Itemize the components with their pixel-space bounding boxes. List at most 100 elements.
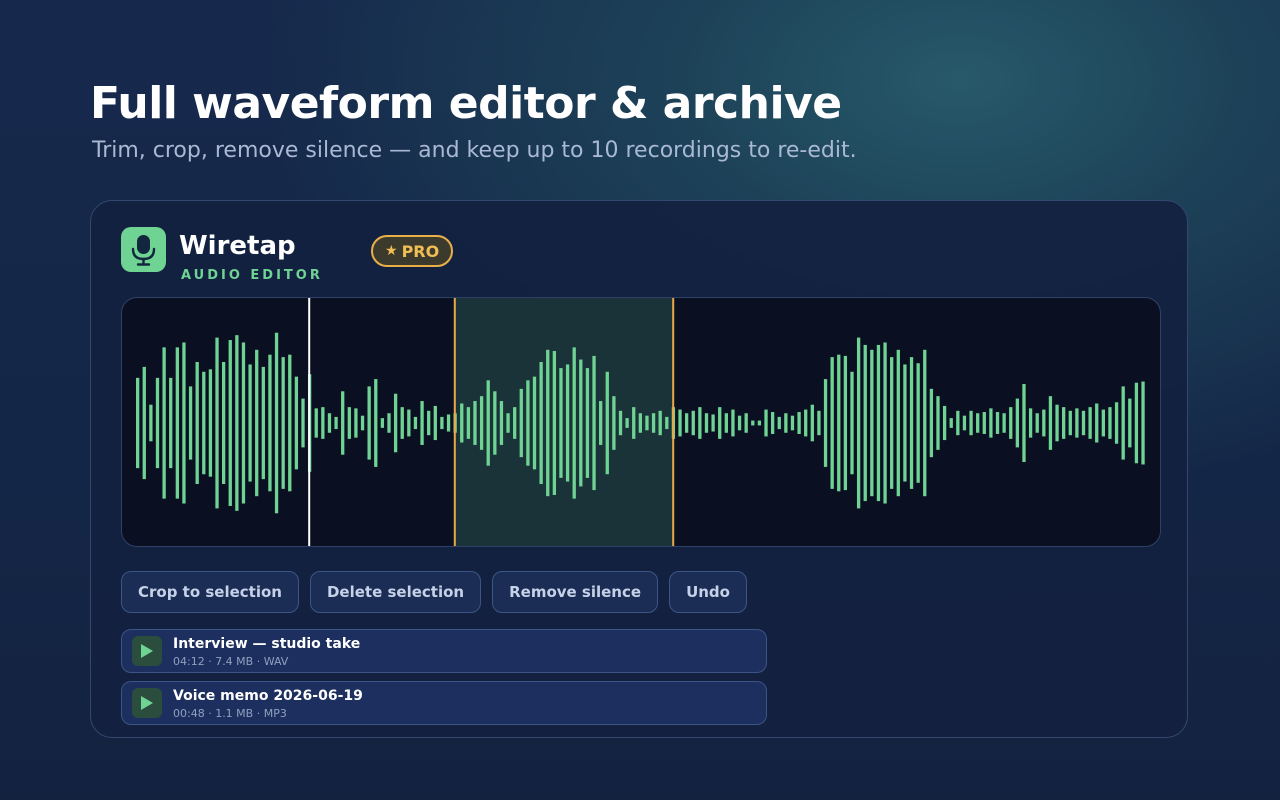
waveform-bar	[632, 407, 636, 439]
waveform-bar	[215, 337, 219, 509]
waveform-bar	[400, 407, 404, 439]
waveform-bar	[810, 404, 814, 442]
waveform-bar	[162, 347, 166, 499]
delete-selection-button[interactable]: Delete selection	[309, 571, 482, 613]
waveform-bar	[883, 342, 887, 504]
waveform-bar	[1009, 407, 1013, 439]
play-button[interactable]	[132, 636, 162, 666]
waveform-bar	[155, 377, 160, 469]
waveform-bar	[393, 393, 398, 453]
waveform-bar	[691, 410, 695, 436]
waveform[interactable]	[122, 298, 1161, 547]
editor-card: Wiretap AUDIO EDITOR ★ PRO Crop to selec…	[90, 200, 1188, 738]
waveform-bar	[1081, 410, 1086, 436]
waveform-bar	[1002, 413, 1006, 433]
waveform-bar	[605, 371, 609, 475]
waveform-bar	[526, 380, 530, 466]
waveform-bar	[665, 416, 669, 430]
waveform-bar	[850, 371, 854, 475]
waveform-bar	[195, 362, 199, 484]
waveform-bar	[1062, 407, 1066, 439]
recording-title: Voice memo 2026-06-19	[173, 688, 363, 704]
waveform-bar	[737, 415, 742, 431]
waveform-bar	[367, 386, 371, 460]
waveform-bar	[903, 364, 907, 482]
waveform-bar	[929, 388, 934, 458]
waveform-bar	[942, 405, 947, 441]
waveform-bar	[1114, 402, 1119, 444]
waveform-bar	[777, 416, 781, 430]
waveform-bar	[460, 403, 464, 443]
waveform-bar	[539, 362, 543, 484]
waveform-bar	[347, 407, 351, 439]
waveform-bar	[493, 391, 497, 455]
waveform-bar	[479, 396, 484, 450]
undo-button[interactable]: Undo	[669, 571, 747, 613]
waveform-bar	[473, 401, 477, 445]
waveform-bar	[1028, 408, 1033, 438]
waveform-bar	[202, 371, 206, 475]
waveform-bar	[546, 349, 550, 497]
waveform-bar	[572, 347, 576, 499]
waveform-bar	[599, 401, 603, 445]
crop-to-selection-button[interactable]: Crop to selection	[121, 571, 299, 613]
waveform-bar	[261, 366, 265, 480]
app-name: Wiretap	[179, 231, 296, 261]
waveform-bar	[248, 364, 252, 482]
waveform-bar	[1015, 398, 1020, 448]
waveform-bar	[923, 349, 927, 497]
play-icon	[141, 696, 153, 710]
waveform-bar	[784, 413, 788, 433]
microphone-icon	[121, 227, 166, 272]
waveform-bar	[142, 366, 146, 480]
waveform-bar	[169, 377, 173, 469]
waveform-bar	[235, 335, 239, 511]
waveform-bar	[360, 415, 365, 431]
waveform-bar	[327, 413, 332, 433]
waveform-bar	[1095, 403, 1099, 443]
waveform-bar	[281, 357, 285, 489]
waveform-bar	[995, 412, 1000, 434]
waveform-bar	[228, 340, 232, 506]
waveform-bar	[969, 410, 973, 436]
waveform-bar	[565, 364, 570, 482]
recording-title: Interview — studio take	[173, 636, 361, 652]
waveform-bar	[407, 409, 411, 437]
waveform-bar	[446, 414, 451, 432]
waveform-bar	[843, 355, 848, 491]
waveform-bar	[718, 407, 722, 439]
waveform-bar	[764, 409, 768, 437]
waveform-bar	[387, 413, 391, 433]
waveform-bar	[149, 404, 153, 442]
waveform-bar	[182, 342, 186, 504]
recording-meta: 04:12 · 7.4 MB · WAV	[173, 655, 289, 668]
waveform-bar	[314, 408, 318, 438]
waveform-bar	[909, 357, 914, 489]
waveform-bar	[221, 362, 226, 484]
waveform-bar	[936, 396, 940, 450]
waveform-bar	[870, 349, 874, 497]
waveform-bar	[380, 418, 385, 428]
waveform-bar	[1141, 381, 1145, 465]
waveform-bar	[744, 413, 748, 433]
waveform-bar	[1101, 409, 1105, 437]
remove-silence-button[interactable]: Remove silence	[492, 571, 659, 613]
waveform-bar	[440, 416, 444, 430]
waveform-bar	[374, 379, 378, 467]
waveform-bar	[876, 344, 881, 502]
waveform-bar	[341, 391, 345, 455]
waveform-bar	[552, 351, 557, 495]
play-icon	[141, 644, 153, 658]
waveform-bar	[1068, 410, 1072, 436]
waveform-bar	[427, 410, 431, 436]
waveform-bar	[1035, 413, 1039, 433]
waveform-bar	[757, 420, 762, 426]
play-button[interactable]	[132, 688, 162, 718]
waveform-panel[interactable]	[121, 297, 1161, 547]
waveform-bar	[704, 413, 709, 433]
waveform-bar	[804, 409, 808, 437]
edit-toolbar: Crop to selection Delete selection Remov…	[121, 571, 747, 613]
recording-item[interactable]: Interview — studio take 04:12 · 7.4 MB ·…	[121, 629, 767, 673]
recording-item[interactable]: Voice memo 2026-06-19 00:48 · 1.1 MB · M…	[121, 681, 767, 725]
waveform-bar	[208, 369, 213, 477]
